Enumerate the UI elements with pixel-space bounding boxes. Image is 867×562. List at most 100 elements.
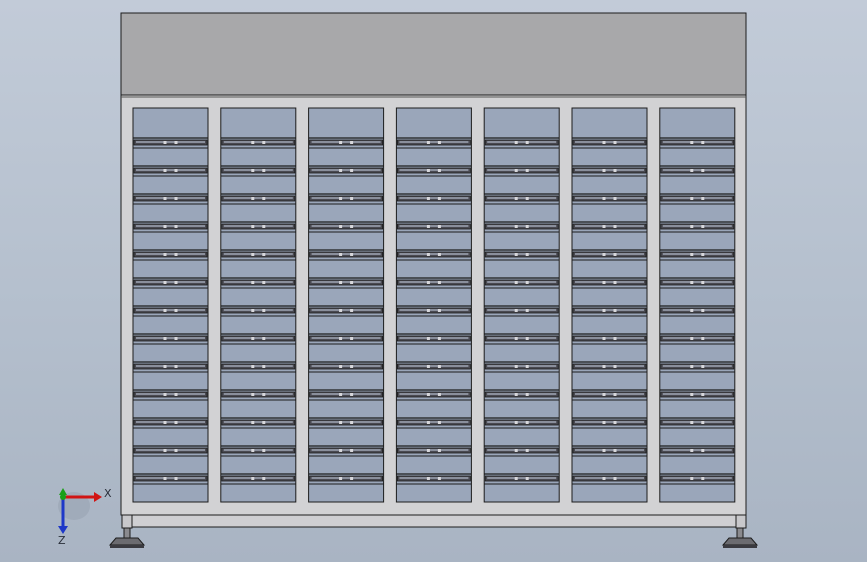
drawer-tray-strip (223, 225, 293, 227)
drawer-handle-right (262, 393, 266, 396)
x-axis-arrow-icon (94, 492, 102, 502)
drawer-handle-left (339, 197, 343, 200)
drawer-tray-strip (399, 449, 469, 451)
drawer-handle-left (602, 141, 606, 144)
drawer-tray-strip (662, 197, 732, 199)
drawer-handle-right (174, 169, 178, 172)
drawer-tray-strip (575, 421, 644, 423)
drawer-tray-strip (136, 253, 205, 255)
drawer-tray-strip (136, 393, 205, 395)
drawer-handle-right (701, 449, 705, 452)
drawer-handle-left (690, 197, 694, 200)
drawer-handle-left (690, 225, 694, 228)
drawer-handle-left (514, 449, 518, 452)
drawer-handle-right (174, 393, 178, 396)
drawer-tray-strip (399, 393, 469, 395)
model-viewport[interactable] (0, 0, 867, 562)
drawer-handle-left (602, 421, 606, 424)
drawer-handle-left (602, 253, 606, 256)
drawer-handle-right (701, 197, 705, 200)
z-axis-label: Z (58, 534, 66, 546)
cabinet-model[interactable] (108, 12, 759, 548)
drawer-handle-right (525, 141, 529, 144)
drawer-tray-strip (223, 337, 293, 339)
drawer-column (659, 107, 736, 503)
drawer-handle-right (350, 197, 354, 200)
drawer-tray-strip (136, 281, 205, 283)
drawer-tray-strip (399, 337, 469, 339)
drawer-handle-left (163, 141, 167, 144)
drawer-tray-strip (311, 141, 381, 143)
drawer-handle-left (602, 365, 606, 368)
drawer-handle-left (690, 309, 694, 312)
drawer-tray-strip (136, 309, 205, 311)
drawer-handle-right (437, 169, 441, 172)
drawer-handle-right (174, 281, 178, 284)
drawer-handle-right (262, 421, 266, 424)
drawer-handle-right (525, 169, 529, 172)
drawer-tray-strip (223, 197, 293, 199)
drawer-column-opening (220, 107, 297, 503)
drawer-handle-right (437, 141, 441, 144)
drawer-handle-left (690, 337, 694, 340)
drawer-tray-strip (575, 337, 644, 339)
drawer-column-opening (395, 107, 472, 503)
drawer-handle-left (426, 141, 430, 144)
left-leg-post (121, 514, 133, 529)
drawer-handle-right (262, 477, 266, 480)
drawer-tray-strip (311, 225, 381, 227)
drawer-handle-right (613, 225, 617, 228)
drawer-tray-strip (399, 309, 469, 311)
drawer-handle-left (426, 337, 430, 340)
drawer-handle-right (701, 169, 705, 172)
x-axis-label: X (104, 487, 112, 500)
drawer-handle-right (350, 309, 354, 312)
drawer-handle-right (174, 365, 178, 368)
drawer-handle-left (251, 393, 255, 396)
drawer-handle-left (251, 309, 255, 312)
drawer-tray-strip (662, 169, 732, 171)
drawer-handle-left (690, 393, 694, 396)
drawer-column (571, 107, 648, 503)
drawer-column (132, 107, 209, 503)
drawer-handle-left (602, 225, 606, 228)
drawer-handle-right (262, 281, 266, 284)
drawer-handle-left (339, 225, 343, 228)
drawer-column (220, 107, 297, 503)
drawer-handle-left (251, 365, 255, 368)
drawer-column-opening (571, 107, 648, 503)
cabinet-header-panel (120, 12, 747, 96)
drawer-handle-right (613, 197, 617, 200)
drawer-handle-right (525, 337, 529, 340)
drawer-handle-left (339, 169, 343, 172)
drawer-handle-right (701, 393, 705, 396)
drawer-handle-left (339, 281, 343, 284)
drawer-handle-left (339, 141, 343, 144)
drawer-tray-strip (575, 449, 644, 451)
drawer-handle-right (525, 197, 529, 200)
drawer-tray-strip (399, 253, 469, 255)
drawer-handle-left (163, 225, 167, 228)
drawer-handle-right (613, 169, 617, 172)
drawer-tray-strip (136, 365, 205, 367)
drawer-tray-strip (487, 225, 557, 227)
drawer-tray-strip (487, 309, 557, 311)
drawer-tray-strip (662, 421, 732, 423)
drawer-handle-right (525, 281, 529, 284)
drawer-tray-strip (575, 169, 644, 171)
orientation-triad[interactable]: X Z (44, 480, 114, 546)
drawer-handle-left (690, 477, 694, 480)
drawer-handle-left (602, 169, 606, 172)
drawer-handle-right (350, 337, 354, 340)
drawer-tray-strip (311, 309, 381, 311)
drawer-tray-strip (136, 225, 205, 227)
drawer-handle-left (602, 449, 606, 452)
drawer-tray-strip (399, 141, 469, 143)
drawer-tray-strip (136, 337, 205, 339)
drawer-handle-right (525, 449, 529, 452)
drawer-handle-right (174, 197, 178, 200)
drawer-column-opening (308, 107, 385, 503)
drawer-handle-right (350, 253, 354, 256)
drawer-handle-left (251, 197, 255, 200)
drawer-handle-right (437, 393, 441, 396)
